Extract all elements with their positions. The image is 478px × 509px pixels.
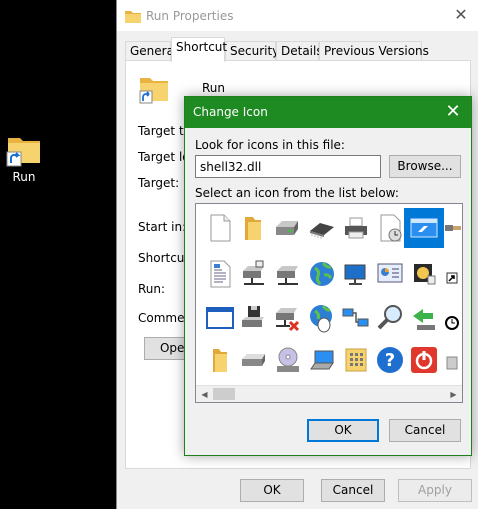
icon-option[interactable] [438,298,462,338]
scroll-left-arrow-icon[interactable]: ◀ [196,386,213,402]
laptop-icon [310,350,334,370]
icon-list-label: Select an icon from the list below: [195,186,399,200]
scroll-right-arrow-icon[interactable]: ▶ [445,386,462,402]
icon-list[interactable]: ? ◀ ▶ [195,203,463,403]
svg-text:?: ? [385,350,395,371]
drive-icon [276,221,298,235]
label-start-in: Start in: [138,220,187,234]
folder-icon [125,11,141,23]
change-icon-title: Change Icon [193,105,268,119]
chip-icon [310,223,334,239]
label-run: Run: [138,282,166,296]
icon-option[interactable] [438,340,462,380]
document-clock-icon [380,214,402,242]
keypad-folder-icon [345,348,367,372]
cd-drive-icon [277,347,299,372]
change-icon-titlebar: Change Icon ✕ [185,97,471,128]
folder-partial-icon [213,349,227,372]
globe-icon [310,262,334,286]
network-drive-disconnected-icon [276,308,300,332]
control-panel-icon [377,263,403,283]
tab-previous-versions[interactable]: Previous Versions [319,41,429,61]
properties-cancel-button[interactable]: Cancel [321,479,385,502]
network-computers-icon [342,308,369,327]
properties-ok-button[interactable]: OK [240,479,304,502]
properties-titlebar: Run Properties ✕ [117,0,478,31]
browse-button[interactable]: Browse... [389,155,461,178]
folder-shortcut-icon [139,78,168,104]
label-target: Target: [138,176,180,190]
globe-mouse-icon [310,305,332,333]
clock-icon [445,316,459,330]
icon-list-horizontal-scrollbar[interactable]: ◀ ▶ [196,385,462,402]
printer-icon [345,217,367,239]
network-drive-icon [243,260,264,285]
scrollbar-thumb[interactable] [213,388,235,400]
help-icon: ? [377,347,403,373]
tab-details[interactable]: Details [276,41,323,61]
shortcut-arrow-icon [446,272,458,284]
properties-apply-button[interactable]: Apply [398,479,472,502]
cd-player-icon [414,264,436,285]
tab-security[interactable]: Security [225,41,279,61]
properties-close-button[interactable]: ✕ [450,5,472,25]
icon-option[interactable] [438,208,462,248]
window-icon [206,307,234,329]
properties-title: Run Properties [146,9,234,23]
blank-document-icon [210,214,231,242]
desktop-shortcut-run[interactable]: Run [0,130,48,184]
change-icon-close-button[interactable]: ✕ [443,101,463,123]
monitor-network-icon [344,264,366,285]
change-icon-cancel-button[interactable]: Cancel [389,419,461,442]
icon-option[interactable] [438,254,462,294]
folder-icon [245,217,261,240]
tab-shortcut[interactable]: Shortcut [171,37,227,62]
file-label: Look for icons in this file: [195,138,345,152]
floppy-drive-icon [242,306,264,327]
run-dialog-icon [410,218,438,238]
tab-general[interactable]: General [125,41,177,61]
network-drive-icon [277,266,298,285]
shortcut-name: Run [202,81,226,95]
change-icon-ok-button[interactable]: OK [307,419,379,442]
desktop-shortcut-label: Run [12,170,36,184]
partial-icon [445,225,461,231]
green-arrow-drive-icon [413,309,435,330]
removable-drive-icon [242,354,265,366]
power-icon [411,347,437,373]
change-icon-dialog: Change Icon ✕ Look for icons in this fil… [184,96,472,456]
folder-shortcut-icon [6,138,40,167]
text-document-icon [210,260,231,288]
magnifier-icon [377,305,402,330]
partial-icon [446,356,458,370]
icon-file-input[interactable] [195,155,381,178]
